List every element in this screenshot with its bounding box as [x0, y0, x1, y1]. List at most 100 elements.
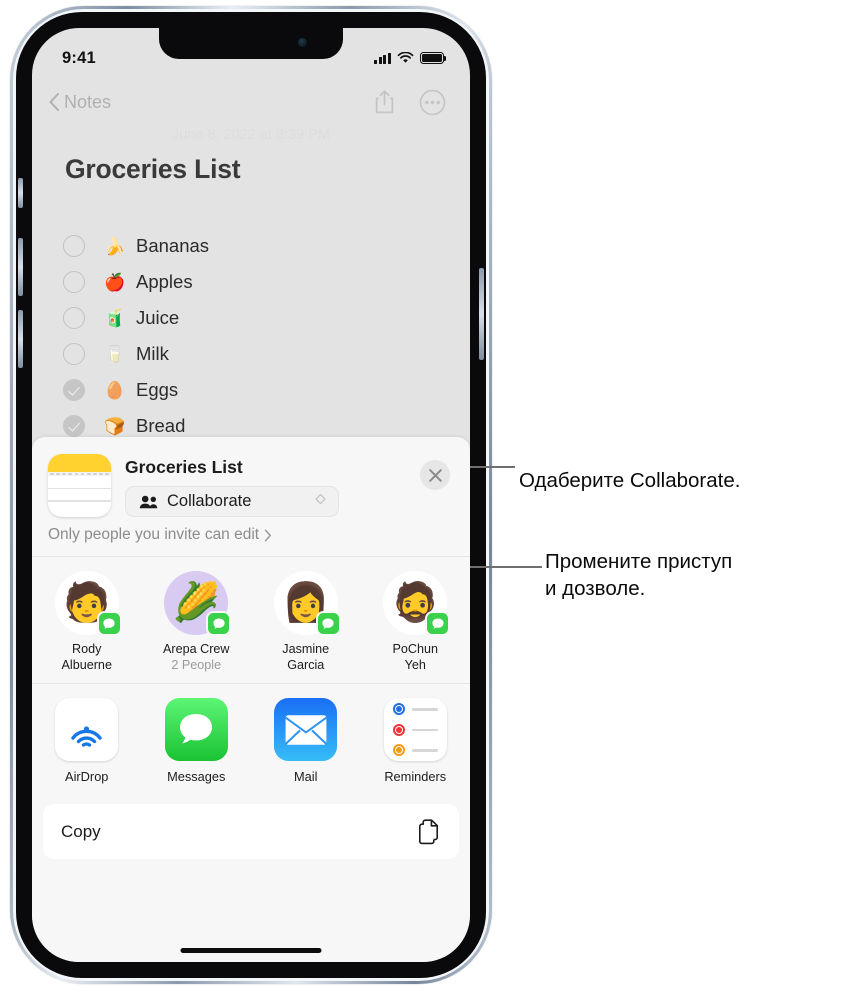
reminders-row: [392, 744, 438, 757]
checklist: 🍌 Bananas 🍎 Apples 🧃 Juice 🥛 Milk 🥚 Eggs…: [63, 228, 450, 444]
home-indicator: [180, 948, 322, 953]
app-item[interactable]: Reminders: [361, 698, 471, 784]
checkbox-checked[interactable]: [63, 379, 85, 401]
contact-item[interactable]: 🌽 Arepa Crew 2 People: [142, 571, 252, 673]
apps-row: AirDrop Messages Mail Reminders: [32, 684, 470, 794]
messages-badge-icon: [96, 611, 122, 636]
list-item[interactable]: 🥚 Eggs: [63, 372, 450, 408]
item-emoji: 🍌: [104, 236, 126, 256]
checkbox[interactable]: [63, 343, 85, 365]
phone-screen: 9:41 Notes June 8, 2022 at 8:39 PM Groce…: [32, 28, 470, 962]
volume-up-button[interactable]: [18, 238, 23, 296]
battery-icon: [420, 52, 447, 64]
app-item[interactable]: Mail: [251, 698, 361, 784]
callout-label: Одаберите Collaborate.: [519, 469, 741, 492]
messages-badge-icon: [315, 611, 341, 636]
avatar-wrap: 🌽: [164, 571, 232, 636]
actions-list: Copy: [32, 794, 470, 860]
checkbox[interactable]: [63, 307, 85, 329]
item-emoji: 🥛: [104, 344, 126, 364]
item-label: Bananas: [136, 235, 210, 256]
copy-documents-icon: [419, 819, 438, 845]
notes-icon-perforation: [48, 472, 111, 476]
back-to-notes-button[interactable]: Notes: [48, 92, 111, 113]
share-sheet: Groceries List Collaborate Only people y…: [32, 437, 470, 962]
messages-icon: [164, 698, 228, 762]
reminders-row: [392, 703, 438, 716]
nav-bar: Notes: [32, 82, 470, 122]
reminder-bullet-orange: [392, 744, 405, 757]
avatar-wrap: 🧑: [54, 571, 122, 636]
airdrop-glyph-icon: [71, 726, 102, 748]
volume-down-button[interactable]: [18, 310, 23, 368]
airdrop-icon: [55, 698, 119, 762]
phone-frame: 9:41 Notes June 8, 2022 at 8:39 PM Groce…: [10, 6, 492, 984]
item-emoji: 🥚: [104, 380, 126, 400]
note-date: June 8, 2022 at 8:39 PM: [172, 127, 330, 143]
checkbox[interactable]: [63, 235, 85, 257]
wifi-icon: [397, 52, 414, 63]
status-indicators: [373, 52, 447, 64]
reminder-line: [411, 708, 438, 711]
app-label: AirDrop: [65, 769, 109, 785]
list-item[interactable]: 🍌 Bananas: [63, 228, 450, 264]
checkbox[interactable]: [63, 271, 85, 293]
item-label: Milk: [136, 343, 169, 364]
list-item[interactable]: 🧃 Juice: [63, 300, 450, 336]
reminders-row: [392, 723, 438, 736]
chevron-left-icon: [49, 93, 59, 111]
reminders-rows: [384, 698, 447, 761]
contact-item[interactable]: 👩 Jasmine Garcia: [251, 571, 361, 673]
contact-name: Jasmine Garcia: [282, 642, 330, 672]
mail-icon: [274, 698, 338, 762]
share-sheet-title-block: Groceries List Collaborate: [125, 454, 452, 517]
power-button[interactable]: [479, 268, 484, 360]
contact-sub: 2 People: [171, 657, 222, 672]
mute-switch[interactable]: [18, 178, 23, 208]
speech-bubble-icon: [103, 618, 115, 629]
item-label: Juice: [136, 307, 180, 328]
contact-name: Rody Albuerne: [61, 642, 112, 672]
list-item[interactable]: 🥛 Milk: [63, 336, 450, 372]
app-item[interactable]: AirDrop: [32, 698, 142, 784]
item-emoji: 🧃: [104, 308, 126, 328]
app-item[interactable]: Messages: [142, 698, 252, 784]
speech-bubble-icon: [213, 618, 225, 629]
item-label: Apples: [136, 271, 193, 292]
front-camera-icon: [298, 38, 307, 47]
messages-badge-icon: [425, 611, 451, 636]
reminders-icon: [383, 698, 447, 762]
contacts-row: 🧑 Rody Albuerne 🌽 Arepa Crew 2 People 👩 …: [32, 557, 470, 683]
ellipsis-circle-icon[interactable]: [419, 89, 446, 116]
nav-actions: [374, 89, 446, 116]
app-label: Mail: [294, 769, 318, 785]
app-label: Reminders: [384, 769, 447, 785]
chevron-right-icon: [264, 529, 272, 541]
contact-name: Arepa Crew: [163, 642, 230, 656]
contact-item[interactable]: 🧔 PoChun Yeh: [361, 571, 471, 673]
back-label: Notes: [64, 91, 112, 112]
close-button[interactable]: [420, 460, 450, 490]
speech-bubble-icon: [322, 618, 334, 629]
copy-action-row[interactable]: Copy: [43, 804, 459, 860]
notes-icon-top-band: [48, 454, 111, 472]
up-down-chevron-icon: [315, 493, 326, 505]
envelope-icon: [284, 715, 327, 745]
callout-label: Промените приступ и дозволе.: [545, 550, 733, 601]
action-label: Copy: [61, 821, 101, 841]
list-item[interactable]: 🍎 Apples: [63, 264, 450, 300]
permission-row[interactable]: Only people you invite can edit: [32, 517, 470, 556]
contact-item[interactable]: 🧑 Rody Albuerne: [32, 571, 142, 673]
app-label: Messages: [167, 769, 226, 785]
checkbox-checked[interactable]: [63, 415, 85, 437]
two-people-icon: [139, 495, 158, 508]
speech-bubble-icon: [432, 618, 444, 629]
speech-bubble-icon: [180, 713, 213, 744]
screenshot-root: 9:41 Notes June 8, 2022 at 8:39 PM Groce…: [0, 0, 843, 990]
collaborate-label: Collaborate: [167, 492, 252, 510]
share-up-arrow-icon[interactable]: [374, 89, 395, 115]
reminder-line: [411, 728, 438, 732]
share-item-title: Groceries List: [125, 457, 243, 477]
collaborate-dropdown[interactable]: Collaborate: [125, 486, 339, 517]
notes-icon-rule: [48, 500, 111, 502]
